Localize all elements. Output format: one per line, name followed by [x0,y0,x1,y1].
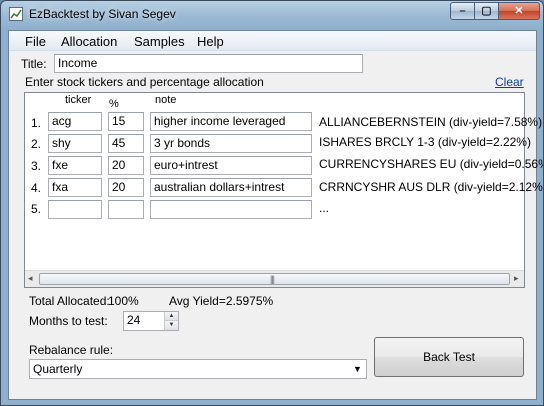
title-input[interactable]: Income [54,54,363,73]
close-icon: ✕ [514,5,524,17]
ticker-input[interactable]: fxa [48,178,102,197]
ticker-input[interactable] [48,200,102,219]
months-stepper[interactable]: 24 ▲ ▼ [123,311,179,331]
title-label: Title: [21,57,47,71]
rebalance-select[interactable]: Quarterly ▼ [29,359,367,379]
close-button[interactable]: ✕ [498,2,540,20]
minimize-button[interactable]: – [450,2,475,20]
ticker-input[interactable]: shy [48,134,102,153]
spin-down-icon[interactable]: ▼ [165,321,178,330]
rebalance-value: Quarterly [33,362,83,376]
title-bar[interactable]: EzBacktest by Sivan Segev – ▢ ✕ [1,1,543,29]
menu-samples[interactable]: Samples [134,34,185,49]
menu-allocation[interactable]: Allocation [61,34,117,49]
scroll-left-icon[interactable]: ◂ [28,273,33,284]
menu-file[interactable]: File [25,34,46,49]
row-number: 3. [31,159,42,173]
spin-up-icon[interactable]: ▲ [165,312,178,321]
app-window: EzBacktest by Sivan Segev – ▢ ✕ File All… [0,0,544,406]
instruction-text: Enter stock tickers and percentage alloc… [25,75,264,89]
scroll-thumb[interactable]: ||| [39,273,510,285]
total-allocated-value: 100% [108,294,139,308]
maximize-button[interactable]: ▢ [474,2,499,20]
percent-input[interactable]: 15 [108,112,144,131]
window-title: EzBacktest by Sivan Segev [29,7,176,21]
percent-input[interactable]: 20 [108,178,144,197]
percent-input[interactable]: 45 [108,134,144,153]
minimize-icon: – [459,5,466,17]
header-note: note [155,94,177,106]
note-input[interactable]: 3 yr bonds [150,134,312,153]
ticker-input[interactable]: fxe [48,156,102,175]
chevron-down-icon[interactable]: ▼ [349,360,366,378]
row-number: 1. [31,116,42,130]
grip-icon: ||| [270,274,275,284]
ticker-input[interactable]: acg [48,112,102,131]
chart-icon [9,7,23,21]
months-label: Months to test: [29,314,108,328]
ticker-info: ALLIANCEBERNSTEIN (div-yield=7.58%) [319,115,543,129]
header-ticker: ticker [65,94,92,106]
row-number: 2. [31,137,42,151]
row-number: 4. [31,181,42,195]
maximize-icon: ▢ [481,5,492,17]
months-value[interactable]: 24 [127,313,140,327]
menu-help[interactable]: Help [197,34,224,49]
ticker-info: ... [319,201,330,215]
percent-input[interactable] [108,200,144,219]
scroll-right-icon[interactable]: ▸ [514,273,519,284]
menu-bar: File Allocation Samples Help [9,31,536,51]
ticker-info: ISHARES BRCLY 1-3 (div-yield=2.22%) [319,135,531,149]
clear-link[interactable]: Clear [495,75,524,89]
total-allocated-label: Total Allocated: [29,294,110,308]
note-input[interactable]: australian dollars+intrest [150,178,312,197]
back-test-button[interactable]: Back Test [374,337,524,377]
note-input[interactable]: higher income leveraged [150,112,312,131]
ticker-info: CRRNCYSHR AUS DLR (div-yield=2.12%) [319,180,544,194]
client-area: File Allocation Samples Help Title: Inco… [8,30,543,400]
note-input[interactable] [150,200,312,219]
avg-yield: Avg Yield=2.5975% [169,294,274,308]
ticker-info: CURRENCYSHARES EU (div-yield=0.56%) [319,157,544,171]
horizontal-scrollbar[interactable]: ◂ ||| ▸ [25,270,524,287]
rebalance-label: Rebalance rule: [29,343,114,357]
note-input[interactable]: euro+intrest [150,156,312,175]
allocation-grid: ticker % note 1. acg 15 higher income le… [24,92,543,288]
header-percent: % [109,98,119,110]
row-number: 5. [31,202,42,216]
percent-input[interactable]: 20 [108,156,144,175]
